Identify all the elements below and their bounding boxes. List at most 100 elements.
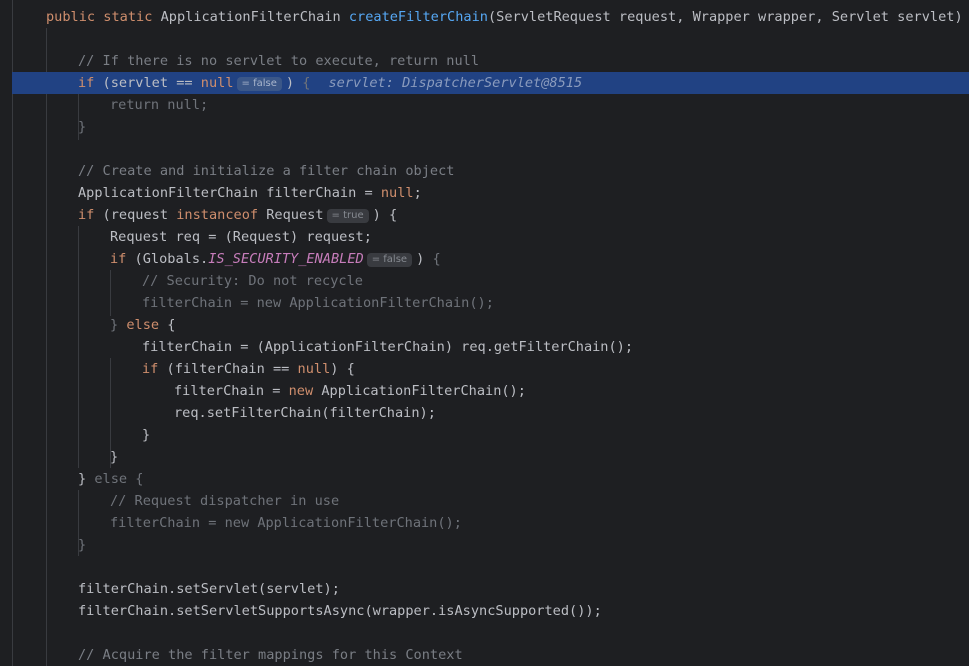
code-token: ApplicationFilterChain filterChain =	[78, 185, 381, 201]
code-token: filterChain = (ApplicationFilterChain) r…	[142, 339, 634, 355]
code-token: // Create and initialize a filter chain …	[78, 163, 455, 179]
code-text: if (request instanceof Request = true) {	[78, 204, 397, 226]
code-token: // Request dispatcher in use	[110, 493, 340, 509]
code-text: }	[142, 424, 150, 446]
code-token: null	[297, 361, 331, 377]
code-text: // Request dispatcher in use	[110, 490, 339, 512]
code-text: Request req = (Request) request;	[110, 226, 372, 248]
code-line[interactable]	[0, 556, 969, 578]
code-text: // If there is no servlet to execute, re…	[78, 50, 479, 72]
code-token: {	[159, 317, 176, 333]
code-token: createFilterChain	[348, 9, 488, 25]
code-line[interactable]: } else {	[0, 314, 969, 336]
code-line[interactable]: return null;	[0, 94, 969, 116]
code-line[interactable]: filterChain.setServlet(servlet);	[0, 578, 969, 600]
code-token: filterChain = new ApplicationFilterChain…	[142, 295, 494, 311]
code-token: ) {	[372, 207, 398, 223]
inline-value-hint: = false	[236, 77, 282, 91]
code-token: {	[302, 75, 311, 91]
code-text: public static ApplicationFilterChain cre…	[46, 6, 969, 28]
code-text: }	[78, 116, 86, 138]
code-token: // Acquire the filter mappings for this …	[78, 647, 463, 663]
code-token: )	[416, 251, 433, 267]
code-line[interactable]: // Create and initialize a filter chain …	[0, 160, 969, 182]
code-token: }	[110, 317, 119, 333]
code-line[interactable]: if (filterChain == null) {	[0, 358, 969, 380]
code-text: } else {	[78, 468, 143, 490]
code-token: ) {	[330, 361, 355, 377]
code-token: filterChain =	[174, 383, 289, 399]
code-line[interactable]: }	[0, 534, 969, 556]
code-token: ;	[413, 185, 422, 201]
code-text: }	[110, 446, 118, 468]
code-line[interactable]	[0, 138, 969, 160]
code-token: )	[285, 75, 303, 91]
code-line[interactable]: // If there is no servlet to execute, re…	[0, 50, 969, 72]
code-token: (ServletRequest request, Wrapper wrapper…	[487, 9, 969, 25]
debugger-inline-value: servlet: DispatcherServlet@8515	[328, 75, 583, 91]
code-token: (request	[94, 207, 177, 223]
code-text: filterChain.setServletSupportsAsync(wrap…	[78, 600, 602, 622]
code-text: }	[78, 534, 86, 556]
code-line[interactable]: // Security: Do not recycle	[0, 270, 969, 292]
code-token: else {	[94, 471, 144, 487]
code-text: } else {	[110, 314, 176, 336]
code-token: null	[380, 185, 414, 201]
code-token: else	[126, 317, 160, 333]
code-token: if	[142, 361, 159, 377]
code-token: (servlet ==	[94, 75, 201, 91]
code-line-current[interactable]: if (servlet == null = false) { servlet: Di…	[0, 72, 969, 94]
code-line[interactable]: filterChain = new ApplicationFilterChain…	[0, 292, 969, 314]
code-line[interactable]	[0, 622, 969, 644]
code-token: (Globals.	[126, 251, 209, 267]
code-token: Request req = (Request) request;	[110, 229, 372, 245]
code-token: // If there is no servlet to execute, re…	[78, 53, 480, 69]
code-line[interactable]: if (Globals.IS_SECURITY_ENABLED = false) …	[0, 248, 969, 270]
code-token: ApplicationFilterChain	[160, 9, 349, 25]
code-line[interactable]: } else {	[0, 468, 969, 490]
code-editor[interactable]: public static ApplicationFilterChain cre…	[0, 0, 969, 666]
code-token: }	[110, 449, 119, 465]
code-token: instanceof	[176, 207, 259, 223]
code-text: req.setFilterChain(filterChain);	[174, 402, 436, 424]
code-line[interactable]: public static ApplicationFilterChain cre…	[0, 6, 969, 28]
code-line[interactable]: filterChain = new ApplicationFilterChain…	[0, 512, 969, 534]
code-line[interactable]: filterChain.setServletSupportsAsync(wrap…	[0, 600, 969, 622]
code-text: if (servlet == null = false) { servlet: Di…	[78, 72, 582, 94]
code-text: return null;	[110, 94, 208, 116]
code-token: if	[78, 207, 95, 223]
code-token: (filterChain ==	[158, 361, 298, 377]
code-line[interactable]: }	[0, 446, 969, 468]
code-token: filterChain = new ApplicationFilterChain…	[110, 515, 462, 531]
code-text: // Create and initialize a filter chain …	[78, 160, 454, 182]
code-text: filterChain = new ApplicationFilterChain…	[174, 380, 526, 402]
code-line[interactable]: // Acquire the filter mappings for this …	[0, 644, 969, 666]
code-line[interactable]: req.setFilterChain(filterChain);	[0, 402, 969, 424]
code-line[interactable]: Request req = (Request) request;	[0, 226, 969, 248]
code-line[interactable]: }	[0, 116, 969, 138]
code-token: // Security: Do not recycle	[142, 273, 363, 289]
code-text: filterChain = new ApplicationFilterChain…	[110, 512, 462, 534]
code-token: }	[78, 471, 95, 487]
code-token: }	[78, 537, 87, 553]
code-token: IS_SECURITY_ENABLED	[208, 251, 364, 267]
code-token: null	[200, 75, 234, 91]
code-text: filterChain.setServlet(servlet);	[78, 578, 340, 600]
code-line[interactable]: ApplicationFilterChain filterChain = nul…	[0, 182, 969, 204]
code-line[interactable]: filterChain = new ApplicationFilterChain…	[0, 380, 969, 402]
code-token: req.setFilterChain(filterChain);	[174, 405, 436, 421]
code-token: }	[142, 427, 151, 443]
code-token: filterChain.setServlet(servlet);	[78, 581, 340, 597]
code-text: // Acquire the filter mappings for this …	[78, 644, 463, 666]
code-line[interactable]: }	[0, 424, 969, 446]
code-line[interactable]: // Request dispatcher in use	[0, 490, 969, 512]
code-text: ApplicationFilterChain filterChain = nul…	[78, 182, 422, 204]
code-token: if	[110, 251, 127, 267]
code-token: if	[78, 75, 95, 91]
code-text: filterChain = new ApplicationFilterChain…	[142, 292, 494, 314]
code-token: Request	[258, 207, 324, 223]
code-line[interactable]: filterChain = (ApplicationFilterChain) r…	[0, 336, 969, 358]
code-line[interactable]	[0, 28, 969, 50]
code-token: return null;	[110, 97, 209, 113]
code-line[interactable]: if (request instanceof Request = true) {	[0, 204, 969, 226]
